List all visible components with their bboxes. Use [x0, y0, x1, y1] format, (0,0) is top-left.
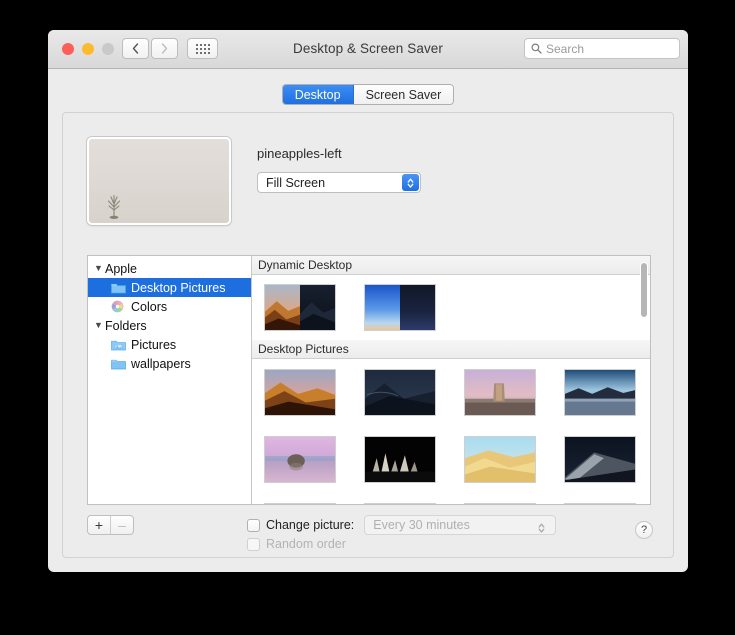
mojave-dynamic-thumb	[265, 285, 335, 330]
dynamic-desktop-row	[252, 275, 650, 340]
tab-bar: Desktop Screen Saver	[48, 84, 688, 105]
random-order-row: Random order	[247, 537, 346, 551]
sidebar-item-desktop-pictures[interactable]: Desktop Pictures	[88, 278, 251, 297]
wallpaper-thumbnail[interactable]	[464, 503, 536, 504]
blue-folder-icon	[111, 357, 126, 370]
search-field[interactable]: Search	[524, 38, 680, 59]
preview-metadata: pineapples-left Fill Screen	[257, 137, 421, 225]
disclosure-triangle-icon[interactable]: ▼	[94, 321, 105, 330]
preview-row: pineapples-left Fill Screen	[87, 137, 421, 225]
change-interval-popup-button[interactable]: Every 30 minutes	[364, 515, 557, 536]
color-wheel-icon	[111, 300, 126, 313]
add-folder-button[interactable]: +	[88, 516, 110, 534]
scale-mode-value: Fill Screen	[266, 175, 326, 190]
add-remove-folder-buttons: + –	[87, 515, 134, 535]
wallpaper-gallery[interactable]: Dynamic Desktop Desktop Pictures	[252, 256, 650, 504]
wallpaper-browser: ▼ Apple Desktop Pictures Colors ▼ Folder…	[87, 255, 651, 505]
change-picture-label: Change picture:	[266, 518, 355, 532]
change-picture-checkbox[interactable]	[247, 518, 260, 532]
scale-mode-popup-button[interactable]: Fill Screen	[257, 172, 421, 193]
remove-folder-button[interactable]: –	[110, 516, 133, 534]
source-sidebar[interactable]: ▼ Apple Desktop Pictures Colors ▼ Folder…	[88, 256, 252, 504]
disclosure-triangle-icon[interactable]: ▼	[94, 264, 105, 273]
random-order-checkbox[interactable]	[247, 537, 260, 551]
sidebar-item-label: Desktop Pictures	[131, 280, 226, 295]
section-header-dynamic-desktop: Dynamic Desktop	[252, 256, 650, 275]
wallpaper-thumbnail[interactable]	[264, 436, 336, 483]
wallpaper-thumbnail[interactable]	[364, 436, 436, 483]
sidebar-group-folders[interactable]: ▼ Folders	[88, 316, 251, 335]
wallpaper-thumbnail[interactable]	[464, 369, 536, 416]
wallpaper-thumbnail[interactable]	[264, 284, 336, 331]
sidebar-item-wallpapers[interactable]: wallpapers	[88, 354, 251, 373]
desktop-preview-thumbnail[interactable]	[87, 137, 231, 225]
help-button[interactable]: ?	[635, 521, 653, 539]
wallpaper-thumbnail[interactable]	[464, 436, 536, 483]
gallery-scrollbar[interactable]	[640, 258, 648, 502]
wallpaper-thumbnail[interactable]	[264, 503, 336, 504]
scrollbar-thumb[interactable]	[640, 262, 648, 318]
wallpaper-thumbnail[interactable]	[364, 369, 436, 416]
preferences-window: Desktop & Screen Saver Search Desktop Sc…	[48, 30, 688, 572]
section-header-desktop-pictures: Desktop Pictures	[252, 340, 650, 359]
tab-screen-saver[interactable]: Screen Saver	[353, 85, 454, 104]
search-icon	[531, 43, 542, 54]
current-wallpaper-name: pineapples-left	[257, 146, 342, 161]
wallpaper-thumbnail[interactable]	[364, 503, 436, 504]
sidebar-item-pictures[interactable]: Pictures	[88, 335, 251, 354]
change-picture-row: Change picture: Every 30 minutes	[247, 515, 557, 536]
window-titlebar: Desktop & Screen Saver Search	[48, 30, 688, 69]
popup-arrows-icon	[533, 519, 550, 536]
random-order-label: Random order	[266, 537, 346, 551]
sidebar-item-label: Colors	[131, 299, 168, 314]
sidebar-item-label: Pictures	[131, 337, 177, 352]
sidebar-item-label: Apple	[105, 261, 137, 276]
tab-desktop[interactable]: Desktop	[282, 85, 354, 104]
blue-folder-icon	[111, 281, 126, 294]
search-placeholder: Search	[546, 41, 585, 56]
change-interval-value: Every 30 minutes	[373, 518, 470, 532]
desktop-pictures-grid	[252, 359, 650, 504]
pineapple-plant-icon	[107, 194, 121, 219]
wallpaper-thumbnail[interactable]	[564, 369, 636, 416]
wallpaper-thumbnail[interactable]	[264, 369, 336, 416]
wallpaper-thumbnail[interactable]	[564, 503, 636, 504]
content-panel: pineapples-left Fill Screen ▼ Apple Desk…	[62, 112, 674, 558]
wallpaper-thumbnail[interactable]	[364, 284, 436, 331]
sidebar-item-label: wallpapers	[131, 356, 191, 371]
wallpaper-thumbnail[interactable]	[564, 436, 636, 483]
pictures-folder-icon	[111, 338, 126, 351]
solar-gradients-thumb	[365, 285, 435, 330]
popup-arrows-icon	[402, 174, 419, 191]
sidebar-group-apple[interactable]: ▼ Apple	[88, 259, 251, 278]
sidebar-item-label: Folders	[105, 318, 147, 333]
sidebar-item-colors[interactable]: Colors	[88, 297, 251, 316]
